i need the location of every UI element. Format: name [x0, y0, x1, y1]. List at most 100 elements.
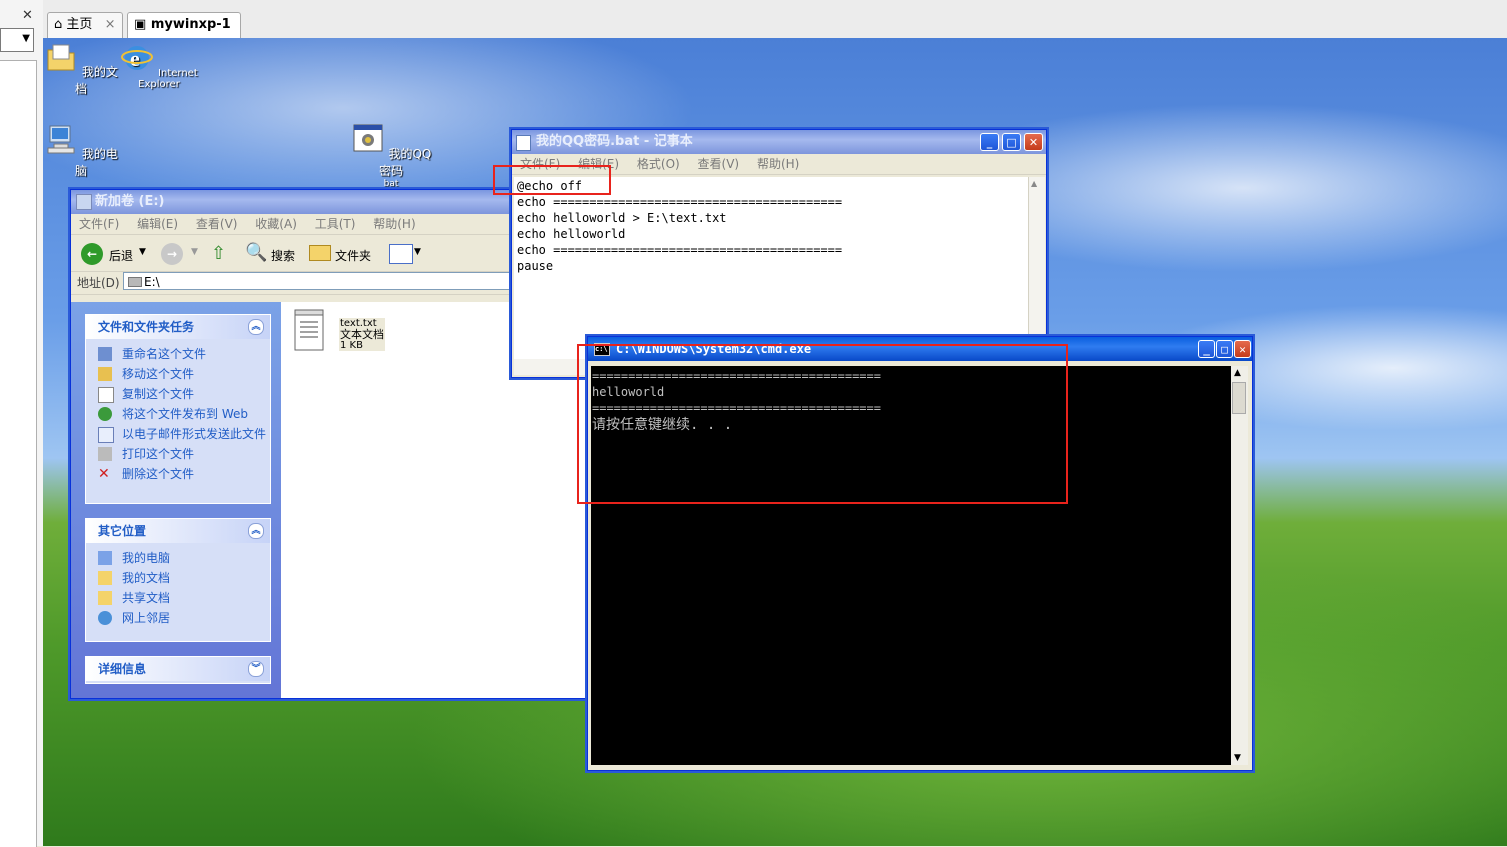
my-documents-icon [47, 44, 75, 71]
code-line: echo helloworld > E:\text.txt [517, 211, 727, 225]
minimize-button[interactable]: _ [1198, 340, 1215, 358]
desktop-icon-internet-explorer[interactable]: e Internet Explorer [117, 40, 201, 90]
menu-tools[interactable]: 工具(T) [315, 217, 356, 231]
folders-button-label[interactable]: 文件夹 [335, 247, 371, 264]
expand-chevron-icon[interactable]: ︾ [248, 661, 264, 677]
collapse-chevron-icon[interactable]: ︽ [248, 319, 264, 335]
desktop-icon-sublabel: Explorer [138, 79, 180, 90]
delete-x-icon: ✕ [98, 466, 110, 482]
details-panel: 详细信息 ︾ [85, 656, 271, 684]
scroll-thumb[interactable] [1232, 382, 1246, 414]
place-label: 网上邻居 [122, 611, 171, 625]
close-button[interactable]: ✕ [1234, 340, 1251, 358]
task-delete[interactable]: ✕ 删除这个文件 [86, 464, 270, 484]
task-label: 以电子邮件形式发送此文件 [122, 427, 267, 441]
menu-favorites[interactable]: 收藏(A) [255, 217, 297, 231]
tab-close-icon[interactable]: × [105, 17, 116, 32]
file-item-text-txt[interactable]: text.txt 文本文档 1 KB [293, 308, 403, 356]
drive-icon [128, 277, 142, 287]
maximize-button[interactable]: □ [1002, 133, 1021, 151]
forward-dropdown-icon[interactable]: ▼ [191, 247, 198, 257]
home-icon: ⌂ [54, 17, 63, 32]
task-rename[interactable]: 重命名这个文件 [86, 344, 270, 364]
library-dropdown[interactable]: ▼ [0, 28, 34, 52]
desktop-icon-label: 我的电脑 [74, 147, 118, 178]
desktop-icon-my-computer[interactable]: 我的电脑 [43, 122, 123, 179]
my-computer-icon [98, 551, 112, 565]
move-icon [98, 367, 112, 381]
close-button[interactable]: ✕ [1024, 133, 1043, 151]
place-my-documents[interactable]: 我的文档 [86, 568, 270, 588]
menu-view[interactable]: 查看(V) [196, 217, 238, 231]
menu-format[interactable]: 格式(O) [637, 157, 680, 171]
explorer-title: 新加卷 (E:) [95, 194, 165, 209]
up-folder-icon[interactable]: ⇧ [211, 243, 226, 264]
task-label: 打印这个文件 [122, 447, 195, 461]
task-move[interactable]: 移动这个文件 [86, 364, 270, 384]
place-label: 共享文档 [122, 591, 171, 605]
menu-file[interactable]: 文件(F) [79, 217, 119, 231]
printer-icon [98, 447, 112, 461]
scroll-up-icon[interactable]: ▲ [1031, 179, 1037, 188]
details-header[interactable]: 详细信息 ︾ [86, 657, 270, 681]
back-dropdown-icon[interactable]: ▼ [139, 247, 146, 257]
views-dropdown-icon[interactable]: ▼ [414, 247, 421, 257]
rename-icon [98, 347, 112, 361]
collapse-chevron-icon[interactable]: ︽ [248, 523, 264, 539]
details-title: 详细信息 [98, 662, 147, 676]
notepad-icon [516, 135, 531, 151]
file-size: 1 KB [340, 340, 363, 351]
host-sidebar: ✕ ▼ [0, 0, 44, 847]
file-tasks-header[interactable]: 文件和文件夹任务 ︽ [86, 315, 270, 339]
forward-arrow-icon[interactable]: → [161, 243, 183, 265]
place-network[interactable]: 网上邻居 [86, 608, 270, 628]
task-label: 将这个文件发布到 Web [122, 407, 248, 421]
vm-icon: ▣ [134, 17, 147, 32]
minimize-button[interactable]: _ [980, 133, 999, 151]
views-icon[interactable] [389, 244, 413, 264]
back-arrow-icon[interactable]: ← [81, 243, 103, 265]
folder-icon[interactable] [309, 245, 331, 261]
scroll-up-icon[interactable]: ▲ [1234, 368, 1241, 378]
maximize-button[interactable]: □ [1216, 340, 1233, 358]
back-button-label[interactable]: 后退 [109, 247, 133, 264]
place-label: 我的电脑 [122, 551, 171, 565]
tab-home-label: 主页 [66, 17, 93, 32]
host-tab-bar: ⌂ 主页 × ▣ mywinxp-1 × [43, 0, 1507, 56]
task-copy[interactable]: 复制这个文件 [86, 384, 270, 404]
code-line: echo helloworld [517, 227, 626, 241]
address-value: E:\ [144, 275, 160, 289]
task-print[interactable]: 打印这个文件 [86, 444, 270, 464]
desktop-icon-my-documents[interactable]: 我的文档 [43, 40, 123, 97]
internet-explorer-icon: e [121, 46, 154, 71]
menu-help[interactable]: 帮助(H) [757, 157, 799, 171]
search-icon[interactable]: 🔍 [245, 242, 267, 263]
scroll-down-icon[interactable]: ▼ [1234, 753, 1241, 763]
menu-view[interactable]: 查看(V) [698, 157, 740, 171]
task-label: 复制这个文件 [122, 387, 195, 401]
vertical-scrollbar[interactable]: ▲ ▼ [1231, 366, 1248, 765]
place-shared-documents[interactable]: 共享文档 [86, 588, 270, 608]
shared-folder-icon [98, 591, 112, 605]
task-email[interactable]: 以电子邮件形式发送此文件 [86, 424, 270, 444]
other-places-header[interactable]: 其它位置 ︽ [86, 519, 270, 543]
tab-home[interactable]: ⌂ 主页 × [47, 12, 123, 38]
menu-edit[interactable]: 编辑(E) [137, 217, 178, 231]
file-tasks-title: 文件和文件夹任务 [98, 320, 195, 334]
other-places-title: 其它位置 [98, 524, 147, 538]
vertical-scrollbar[interactable]: ▲ [1028, 177, 1045, 359]
tab-vm[interactable]: ▣ mywinxp-1 × [127, 12, 241, 56]
my-documents-icon [98, 571, 112, 585]
close-icon[interactable]: ✕ [22, 8, 33, 23]
email-icon [98, 427, 114, 443]
task-label: 重命名这个文件 [122, 347, 207, 361]
task-publish-web[interactable]: 将这个文件发布到 Web [86, 404, 270, 424]
place-my-computer[interactable]: 我的电脑 [86, 548, 270, 568]
notepad-titlebar[interactable]: 我的QQ密码.bat - 记事本 _ □ ✕ [512, 130, 1046, 154]
search-button-label[interactable]: 搜索 [271, 247, 295, 264]
file-tasks-panel: 文件和文件夹任务 ︽ 重命名这个文件 移动这个文件 复制这个文件 将这个文件发布… [85, 314, 271, 504]
desktop-icon-bat-file[interactable]: 我的QQ密码 bat [349, 122, 433, 189]
annotation-box-echo-off [493, 165, 611, 195]
menu-help[interactable]: 帮助(H) [373, 217, 415, 231]
notepad-text-area[interactable]: @echo off echo ==========================… [514, 177, 1028, 359]
